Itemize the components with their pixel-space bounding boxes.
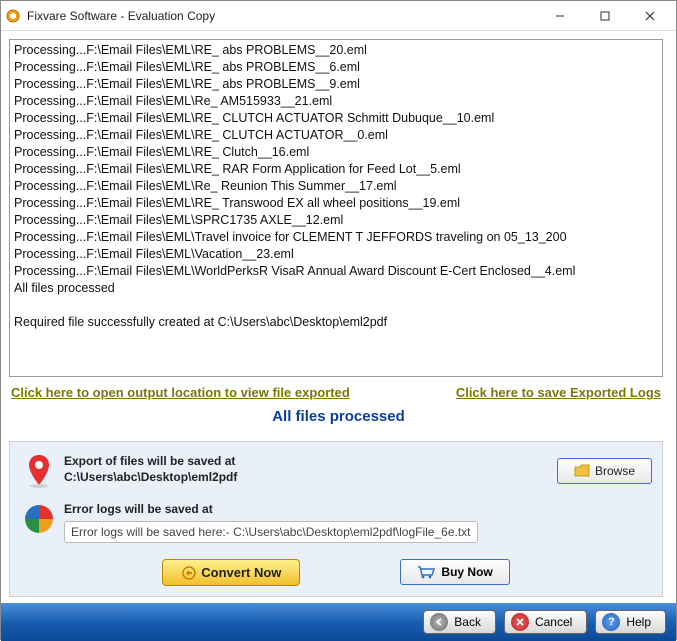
location-pin-icon <box>20 452 58 490</box>
help-button[interactable]: ? Help <box>595 610 666 634</box>
export-path-label: Export of files will be saved at <box>64 453 557 469</box>
open-output-link[interactable]: Click here to open output location to vi… <box>11 385 350 400</box>
window-title: Fixvare Software - Evaluation Copy <box>27 9 537 23</box>
errorlog-label: Error logs will be saved at <box>64 501 652 517</box>
processing-log[interactable]: Processing...F:\Email Files\EML\RE_ abs … <box>9 39 663 377</box>
buy-now-button[interactable]: Buy Now <box>400 559 509 585</box>
help-question-icon: ? <box>602 613 620 631</box>
errorlog-row: Error logs will be saved at Error logs w… <box>20 500 652 543</box>
back-arrow-icon <box>430 613 448 631</box>
piechart-icon <box>20 500 58 538</box>
cancel-button[interactable]: Cancel <box>504 610 587 634</box>
errorlog-path: Error logs will be saved here:- C:\Users… <box>64 521 478 543</box>
back-button[interactable]: Back <box>423 610 496 634</box>
status-text: All files processed <box>9 404 668 441</box>
minimize-button[interactable] <box>537 2 582 30</box>
app-icon <box>5 8 21 24</box>
cancel-x-icon <box>511 613 529 631</box>
cancel-label: Cancel <box>535 615 572 629</box>
browse-button-label: Browse <box>595 464 635 478</box>
close-button[interactable] <box>627 2 672 30</box>
help-label: Help <box>626 615 651 629</box>
save-logs-link[interactable]: Click here to save Exported Logs <box>456 385 661 400</box>
links-row: Click here to open output location to vi… <box>9 377 663 404</box>
export-path-row: Export of files will be saved at C:\User… <box>20 452 652 490</box>
convert-now-label: Convert Now <box>201 565 281 580</box>
settings-panel: Export of files will be saved at C:\User… <box>9 441 663 597</box>
maximize-button[interactable] <box>582 2 627 30</box>
titlebar: Fixvare Software - Evaluation Copy <box>1 1 676 31</box>
buy-now-label: Buy Now <box>441 565 492 579</box>
export-path-value: C:\Users\abc\Desktop\eml2pdf <box>64 469 557 485</box>
convert-now-button[interactable]: Convert Now <box>162 559 300 586</box>
action-row: Convert Now Buy Now <box>20 553 652 588</box>
back-label: Back <box>454 615 481 629</box>
footer-nav: Back Cancel ? Help <box>1 603 676 641</box>
browse-button[interactable]: Browse <box>557 458 652 484</box>
